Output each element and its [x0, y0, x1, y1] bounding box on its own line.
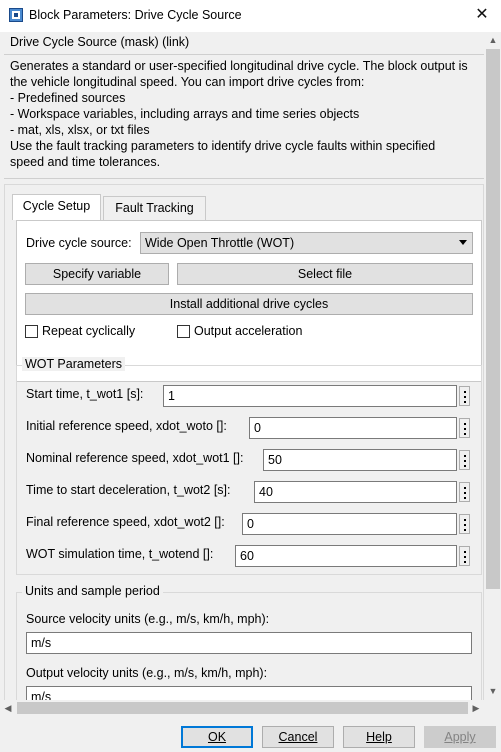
apply-button[interactable]: Apply [424, 726, 496, 748]
drive-cycle-source-label: Drive cycle source: [26, 236, 132, 250]
vertical-scroll-thumb[interactable] [486, 49, 500, 589]
tab-cycle-setup[interactable]: Cycle Setup [12, 194, 101, 220]
nominal-reference-speed-more-button[interactable] [459, 450, 470, 470]
wot-simulation-time-more-button[interactable] [459, 546, 470, 566]
initial-reference-speed-input[interactable]: 0 [249, 417, 457, 439]
help-label: Help [366, 730, 392, 744]
wot-simulation-time-input[interactable]: 60 [235, 545, 457, 567]
install-drive-cycles-button[interactable]: Install additional drive cycles [25, 293, 473, 315]
start-time-label: Start time, t_wot1 [s]: [26, 387, 144, 401]
scroll-up-icon[interactable]: ▲ [485, 32, 501, 48]
final-reference-speed-more-button[interactable] [459, 514, 470, 534]
deceleration-start-label: Time to start deceleration, t_wot2 [s]: [26, 483, 231, 497]
select-file-button[interactable]: Select file [177, 263, 473, 285]
dialog-content: Drive Cycle Source (mask) (link) Generat… [0, 32, 485, 700]
deceleration-start-more-button[interactable] [459, 482, 470, 502]
close-icon: ✕ [475, 6, 489, 23]
source-velocity-units-input[interactable]: m/s [26, 632, 472, 654]
output-acceleration-label: Output acceleration [194, 324, 303, 338]
scroll-left-icon[interactable]: ◀ [0, 700, 16, 716]
separator [4, 178, 484, 179]
simulink-block-icon [9, 8, 23, 22]
output-velocity-units-label: Output velocity units (e.g., m/s, km/h, … [26, 666, 268, 680]
nominal-reference-speed-input[interactable]: 50 [263, 449, 457, 471]
start-time-more-button[interactable] [459, 386, 470, 406]
cancel-button[interactable]: Cancel [262, 726, 334, 748]
final-reference-speed-input[interactable]: 0 [242, 513, 457, 535]
scroll-right-icon[interactable]: ▶ [468, 700, 484, 716]
repeat-cyclically-label: Repeat cyclically [42, 324, 136, 338]
tab-label: Cycle Setup [22, 199, 91, 213]
initial-reference-speed-label: Initial reference speed, xdot_woto []: [26, 419, 227, 433]
nominal-reference-speed-label: Nominal reference speed, xdot_wot1 []: [26, 451, 244, 465]
apply-label: Apply [444, 730, 476, 744]
mask-description: Generates a standard or user-specified l… [10, 59, 468, 169]
deceleration-start-input[interactable]: 40 [254, 481, 457, 503]
close-button[interactable]: ✕ [470, 4, 494, 26]
start-time-input[interactable]: 1 [163, 385, 457, 407]
output-velocity-units-input[interactable]: m/s [26, 686, 472, 700]
scroll-down-icon[interactable]: ▼ [485, 683, 501, 699]
specify-variable-button[interactable]: Specify variable [25, 263, 169, 285]
help-button[interactable]: Help [343, 726, 415, 748]
scrollbar-corner [485, 700, 501, 716]
repeat-cyclically-checkbox[interactable] [25, 325, 38, 338]
final-reference-speed-label: Final reference speed, xdot_wot2 []: [26, 515, 225, 529]
units-legend: Units and sample period [22, 584, 163, 598]
ok-label: OK [207, 730, 227, 744]
horizontal-scroll-thumb[interactable] [17, 702, 468, 714]
output-acceleration-checkbox[interactable] [177, 325, 190, 338]
initial-reference-speed-more-button[interactable] [459, 418, 470, 438]
ok-button[interactable]: OK [181, 726, 253, 748]
cancel-label: Cancel [278, 730, 318, 744]
mask-title: Drive Cycle Source (mask) (link) [10, 35, 190, 49]
window-title: Block Parameters: Drive Cycle Source [29, 8, 242, 22]
separator [4, 54, 484, 55]
wot-parameters-legend: WOT Parameters [22, 357, 126, 371]
drive-cycle-source-dropdown[interactable]: Wide Open Throttle (WOT) [140, 232, 473, 254]
source-velocity-units-label: Source velocity units (e.g., m/s, km/h, … [26, 612, 270, 626]
wot-simulation-time-label: WOT simulation time, t_wotend []: [26, 547, 214, 561]
tab-fault-tracking[interactable]: Fault Tracking [103, 196, 206, 220]
drive-cycle-source-value: Wide Open Throttle (WOT) [145, 236, 295, 250]
title-bar: Block Parameters: Drive Cycle Source ✕ [0, 0, 501, 32]
tab-label: Fault Tracking [115, 201, 194, 215]
chevron-down-icon [459, 240, 467, 245]
